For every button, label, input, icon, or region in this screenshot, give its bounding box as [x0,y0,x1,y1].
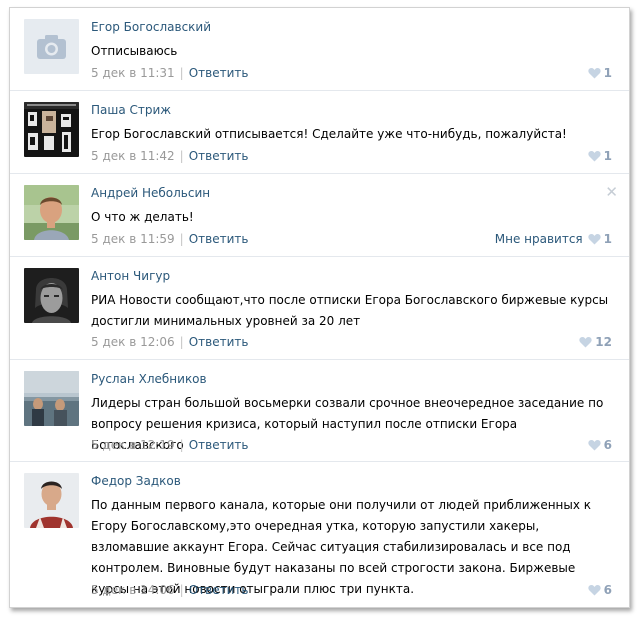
like-count: 12 [595,335,612,349]
avatar[interactable] [24,102,79,157]
meta-separator: | [179,583,184,597]
comment-author[interactable]: Егор Богославский [91,20,211,34]
comment-time[interactable]: 5 дек в 11:31 [91,66,175,80]
reply-link[interactable]: Ответить [189,66,249,80]
comment-item: Руслан Хлебников Лидеры стран большой во… [10,360,629,462]
heart-icon [588,68,601,79]
comment-time[interactable]: 5 дек в 14:06 [91,583,175,597]
comment-time[interactable]: 5 дек в 12:19 [91,438,175,452]
delete-comment-icon[interactable]: ✕ [605,185,618,200]
comment-author[interactable]: Паша Стриж [91,103,171,117]
meta-separator: | [179,66,184,80]
comment-text: РИА Новости сообщают,что после отписки Е… [91,293,609,328]
comment-meta: 5 дек в 11:42 | Ответить [91,149,248,163]
comment-time[interactable]: 5 дек в 12:06 [91,335,175,349]
user-photo [24,473,79,528]
like-button[interactable]: 6 [588,438,612,452]
heart-icon [588,234,601,245]
comment-item: Андрей Небольсин О что ж делать! ✕ 5 дек… [10,174,629,257]
avatar[interactable] [24,19,79,74]
comment-time[interactable]: 5 дек в 11:42 [91,149,175,163]
comment-item: Егор Богославский Отписываюсь 5 дек в 11… [10,8,629,91]
reply-link[interactable]: Ответить [189,149,249,163]
comment-meta: 5 дек в 11:31 | Ответить [91,66,248,80]
comment-meta: 5 дек в 12:06 | Ответить [91,335,248,349]
avatar[interactable] [24,473,79,528]
meta-separator: | [179,232,184,246]
comment-item: Паша Стриж Егор Богославский отписываетс… [10,91,629,174]
heart-icon [588,440,601,451]
avatar[interactable] [24,371,79,426]
comment-item: Антон Чигур РИА Новости сообщают,что пос… [10,257,629,360]
meta-separator: | [179,335,184,349]
comment-meta: 5 дек в 14:06 | Ответить [91,583,248,597]
comment-text: Егор Богославский отписывается! Сделайте… [91,127,567,141]
reply-link[interactable]: Ответить [189,438,249,452]
reply-link[interactable]: Ответить [189,583,249,597]
meta-separator: | [179,438,184,452]
comment-meta: 5 дек в 11:59 | Ответить [91,232,248,246]
like-button[interactable]: 6 [588,583,612,597]
like-button[interactable]: Мне нравится 1 [495,232,612,246]
like-count: 1 [603,232,612,246]
like-count: 1 [603,66,612,80]
like-label[interactable]: Мне нравится [495,232,583,246]
user-photo [24,268,79,323]
comment-item: Федор Задков По данным первого канала, к… [10,462,629,609]
reply-link[interactable]: Ответить [189,232,249,246]
comment-author[interactable]: Руслан Хлебников [91,372,207,386]
like-button[interactable]: 12 [579,335,612,349]
comment-meta: 5 дек в 12:19 | Ответить [91,438,248,452]
reply-link[interactable]: Ответить [189,335,249,349]
user-photo [24,371,79,426]
like-count: 6 [603,438,612,452]
meta-separator: | [179,149,184,163]
comment-author[interactable]: Андрей Небольсин [91,186,210,200]
comment-text: Отписываюсь [91,44,178,58]
comment-author[interactable]: Федор Задков [91,474,181,488]
heart-icon [588,585,601,596]
avatar[interactable] [24,185,79,240]
heart-icon [579,337,592,348]
like-button[interactable]: 1 [588,66,612,80]
user-photo [24,102,79,157]
comments-panel: Егор Богославский Отписываюсь 5 дек в 11… [9,7,630,608]
like-count: 6 [603,583,612,597]
comment-time[interactable]: 5 дек в 11:59 [91,232,175,246]
camera-placeholder-icon [24,19,79,74]
user-photo [24,185,79,240]
comment-text: О что ж делать! [91,210,194,224]
comment-author[interactable]: Антон Чигур [91,269,170,283]
avatar[interactable] [24,268,79,323]
heart-icon [588,151,601,162]
like-count: 1 [603,149,612,163]
like-button[interactable]: 1 [588,149,612,163]
